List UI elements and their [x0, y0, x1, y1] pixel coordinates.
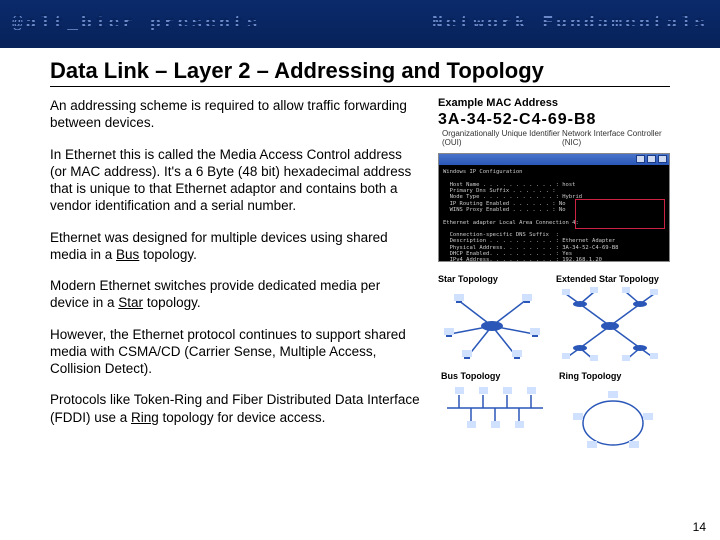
para-4: Modern Ethernet switches provide dedicat… — [50, 277, 420, 312]
extstar-diagram — [556, 286, 664, 364]
mac-address: 3A-34-52-C4-69-B8 — [438, 111, 670, 129]
banner: @alt_bier presents Network Fundamentals — [0, 0, 720, 48]
para-1: An addressing scheme is required to allo… — [50, 97, 420, 132]
para-6: Protocols like Token-Ring and Fiber Dist… — [50, 391, 420, 426]
page-number: 14 — [693, 520, 706, 534]
star-caption: Star Topology — [438, 274, 546, 284]
mac-oui-label: Organizationally Unique Identifier (OUI) — [442, 129, 562, 147]
maximize-icon — [647, 155, 656, 163]
bus-caption: Bus Topology — [441, 371, 549, 381]
para-2: In Ethernet this is called the Media Acc… — [50, 146, 420, 215]
slide-content: Data Link – Layer 2 – Addressing and Top… — [0, 48, 720, 464]
title-rule — [50, 86, 670, 87]
extstar-caption: Extended Star Topology — [556, 274, 664, 284]
minimize-icon — [636, 155, 645, 163]
para-3: Ethernet was designed for multiple devic… — [50, 229, 420, 264]
mac-example: Example MAC Address 3A-34-52-C4-69-B8 Or… — [438, 97, 670, 147]
ring-diagram — [559, 383, 667, 461]
mac-label: Example MAC Address — [438, 97, 670, 109]
text-column: An addressing scheme is required to allo… — [50, 97, 420, 464]
terminal-output: Windows IP Configuration Host Name . . .… — [439, 165, 669, 261]
star-topology: Star Topology — [438, 274, 546, 367]
banner-right: Network Fundamentals — [432, 14, 708, 34]
extended-star-topology: Extended Star Topology — [556, 274, 664, 367]
para-5: However, the Ethernet protocol continues… — [50, 326, 420, 378]
topology-row-1: Star Topology Extended Star Topology — [438, 274, 670, 367]
highlight-box — [575, 199, 665, 229]
underline-star: Star — [118, 295, 143, 310]
slide-title: Data Link – Layer 2 – Addressing and Top… — [50, 58, 670, 84]
bus-diagram — [441, 383, 549, 433]
underline-bus: Bus — [116, 247, 139, 262]
star-diagram — [438, 286, 546, 364]
bus-topology: Bus Topology — [441, 371, 549, 464]
ipconfig-window: Windows IP Configuration Host Name . . .… — [438, 153, 670, 262]
mac-nic-label: Network Interface Controller (NIC) — [562, 129, 666, 147]
ring-caption: Ring Topology — [559, 371, 667, 381]
ring-topology: Ring Topology — [559, 371, 667, 464]
topology-row-2: Bus Topology Ring Topology — [438, 371, 670, 464]
figure-column: Example MAC Address 3A-34-52-C4-69-B8 Or… — [438, 97, 670, 464]
close-icon — [658, 155, 667, 163]
window-titlebar — [439, 154, 669, 165]
banner-left: @alt_bier presents — [12, 14, 260, 34]
underline-ring: Ring — [131, 410, 159, 425]
